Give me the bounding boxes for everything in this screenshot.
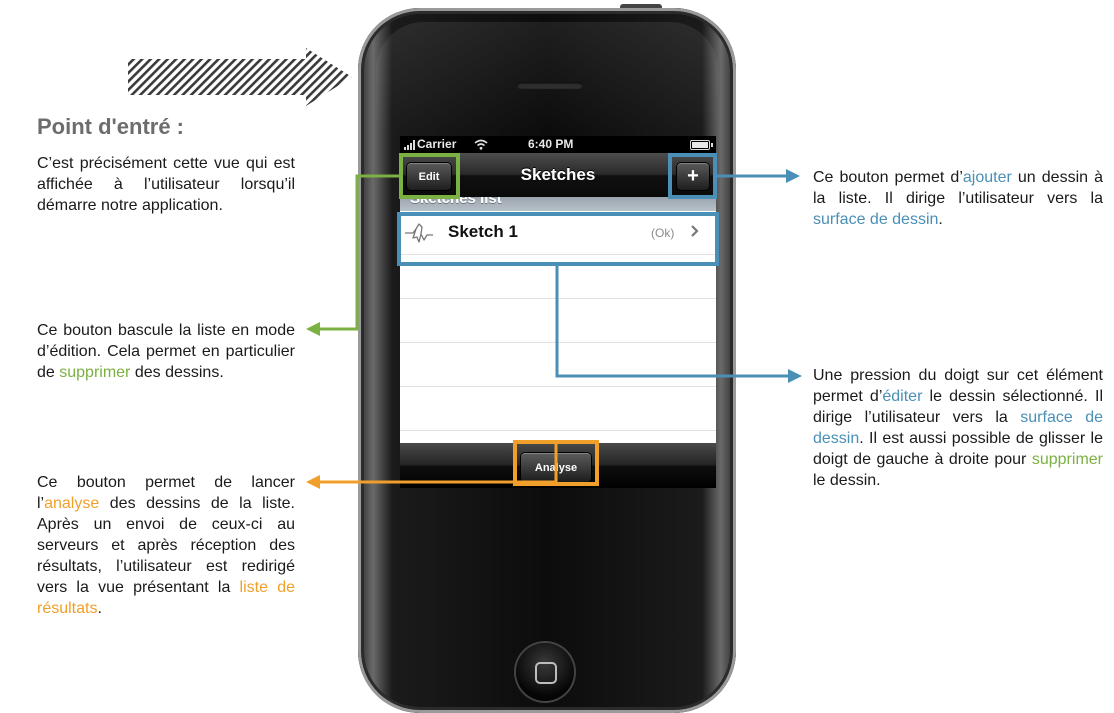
connector-lines	[306, 169, 802, 489]
row-connector	[555, 266, 788, 378]
edit-connector	[318, 174, 399, 331]
add-connector-arrowhead	[786, 169, 800, 183]
edit-connector-arrowhead	[306, 322, 320, 336]
row-connector-arrowhead	[788, 369, 802, 383]
analyse-connector-arrowhead	[306, 475, 320, 489]
analyse-connector	[318, 440, 558, 484]
